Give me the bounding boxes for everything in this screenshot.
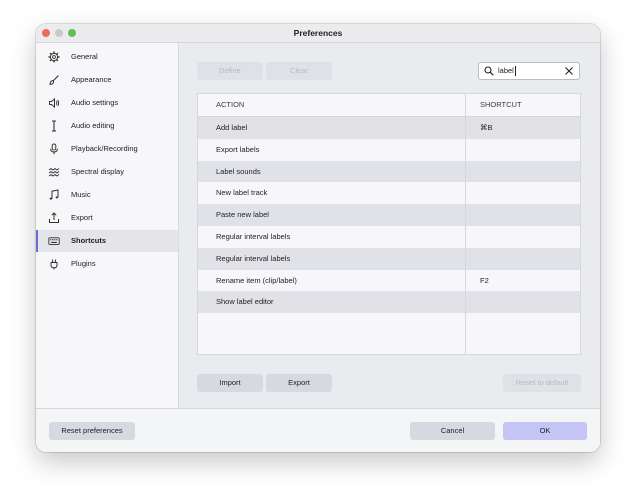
- import-button[interactable]: Import: [197, 374, 263, 392]
- sidebar-item-appearance[interactable]: Appearance: [36, 69, 178, 91]
- ok-button[interactable]: OK: [503, 422, 587, 440]
- sidebar-item-spectral-display[interactable]: Spectral display: [36, 161, 178, 183]
- table-row[interactable]: New label track: [198, 182, 580, 205]
- table-row[interactable]: Regular interval labels: [198, 247, 580, 270]
- table-row[interactable]: Label sounds: [198, 160, 580, 183]
- sidebar-item-general[interactable]: General: [36, 46, 178, 68]
- sidebar-item-label: Appearance: [71, 75, 112, 84]
- row-action: Regular interval labels: [216, 253, 291, 263]
- sidebar-item-label: General: [71, 52, 98, 61]
- microphone-icon: [50, 143, 58, 155]
- speaker-icon: [49, 97, 60, 109]
- table-row[interactable]: Add label ⌘B: [198, 117, 580, 139]
- minimize-window-button[interactable]: [55, 29, 63, 37]
- maximize-window-button[interactable]: [68, 29, 76, 37]
- search-input-value: label: [498, 66, 514, 75]
- table-header: ACTION SHORTCUT: [198, 94, 580, 117]
- table-row[interactable]: Regular interval labels: [198, 226, 580, 248]
- reset-to-default-button[interactable]: Reset to default: [503, 374, 581, 392]
- sidebar-item-playback-recording[interactable]: Playback/Recording: [36, 138, 178, 160]
- row-action: Show label editor: [216, 297, 274, 307]
- title-bar: Preferences: [36, 24, 600, 43]
- sidebar: General Appearance Audio settings Audio …: [36, 43, 179, 408]
- preferences-window: Preferences General Appearance Audio set…: [36, 24, 600, 452]
- search-field[interactable]: label: [478, 62, 580, 80]
- sidebar-item-export[interactable]: Export: [36, 207, 178, 229]
- table-row[interactable]: Paste new label: [198, 204, 580, 226]
- column-header-shortcut: SHORTCUT: [480, 100, 522, 109]
- sidebar-item-audio-editing[interactable]: Audio editing: [36, 115, 178, 137]
- gear-icon: [48, 51, 60, 63]
- clear-button[interactable]: Clear: [266, 62, 332, 80]
- row-shortcut: F2: [480, 275, 489, 285]
- sidebar-item-label: Audio editing: [71, 121, 115, 130]
- column-separator: [465, 94, 466, 354]
- row-action: Export labels: [216, 144, 260, 154]
- sidebar-item-music[interactable]: Music: [36, 184, 178, 206]
- row-action: Add label: [216, 123, 248, 132]
- sidebar-item-label: Export: [71, 213, 93, 222]
- spectral-icon: [48, 167, 60, 177]
- define-button[interactable]: Define: [197, 62, 263, 80]
- close-icon[interactable]: [564, 66, 574, 76]
- sidebar-item-label: Plugins: [71, 259, 96, 268]
- row-action: Regular interval labels: [216, 232, 291, 241]
- shortcuts-table: ACTION SHORTCUT Add label ⌘B Export labe…: [197, 93, 581, 355]
- table-row[interactable]: Show label editor: [198, 291, 580, 314]
- row-action: Rename item (clip/label): [216, 275, 297, 285]
- row-shortcut: ⌘B: [480, 123, 493, 132]
- sidebar-item-plugins[interactable]: Plugins: [36, 253, 178, 275]
- plugin-icon: [50, 259, 58, 270]
- table-row[interactable]: Export labels: [198, 138, 580, 161]
- brush-icon: [49, 75, 59, 86]
- row-action: New label track: [216, 188, 268, 198]
- sidebar-item-audio-settings[interactable]: Audio settings: [36, 92, 178, 114]
- sidebar-item-label: Spectral display: [71, 167, 124, 176]
- export-icon: [49, 212, 59, 223]
- music-note-icon: [49, 189, 59, 200]
- dialog-footer: Reset preferences Cancel OK: [36, 408, 600, 452]
- text-cursor-icon: [52, 120, 56, 132]
- shortcuts-panel: Define Clear label ACTION SHORTCUT Add l…: [179, 43, 600, 408]
- table-row[interactable]: Rename item (clip/label) F2: [198, 269, 580, 292]
- export-button[interactable]: Export: [266, 374, 332, 392]
- sidebar-item-shortcuts[interactable]: Shortcuts: [36, 230, 178, 252]
- row-action: Paste new label: [216, 210, 269, 220]
- reset-preferences-button[interactable]: Reset preferences: [49, 422, 135, 440]
- cancel-button[interactable]: Cancel: [410, 422, 495, 440]
- window-title: Preferences: [293, 28, 343, 38]
- sidebar-item-label: Music: [71, 190, 91, 199]
- row-action: Label sounds: [216, 166, 261, 176]
- sidebar-item-label: Shortcuts: [71, 236, 107, 245]
- close-window-button[interactable]: [42, 29, 50, 37]
- sidebar-item-label: Audio settings: [71, 98, 119, 107]
- column-header-action: ACTION: [216, 100, 245, 109]
- sidebar-item-label: Playback/Recording: [71, 144, 138, 153]
- search-icon: [484, 66, 494, 76]
- search-input[interactable]: label: [498, 63, 516, 79]
- keyboard-icon: [48, 237, 60, 245]
